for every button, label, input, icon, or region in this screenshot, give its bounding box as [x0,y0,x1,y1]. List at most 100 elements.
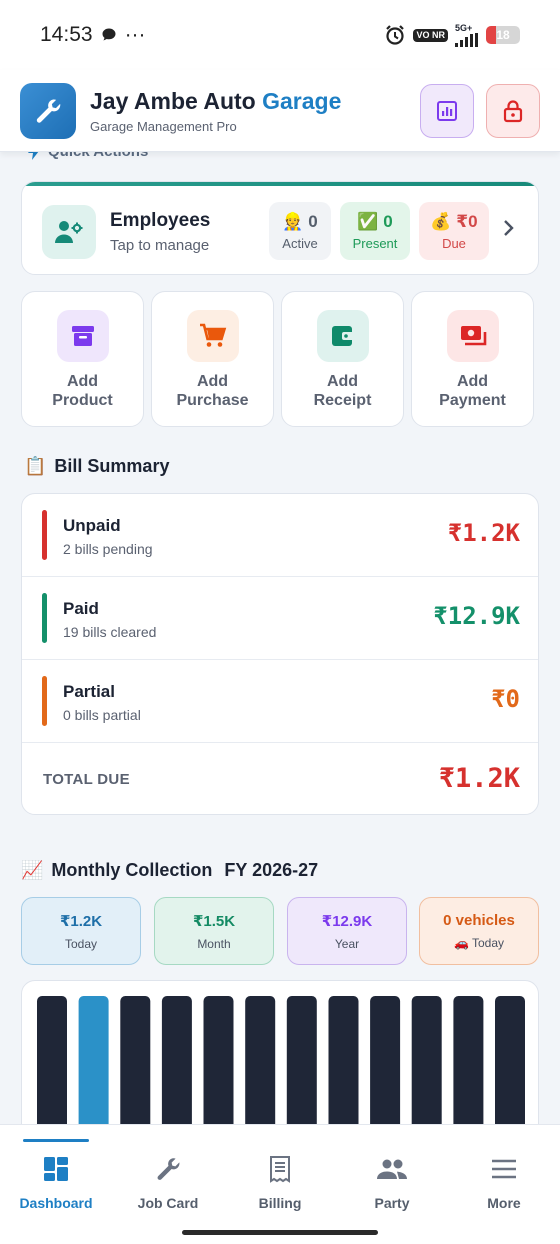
nav-party[interactable]: Party [336,1125,448,1225]
add-payment-button[interactable]: Add Payment [411,291,534,427]
add-purchase-button[interactable]: Add Purchase [151,291,274,427]
chart-bar-9[interactable] [370,996,401,1124]
chart-bar-11[interactable] [453,996,484,1124]
signal-icon [455,32,478,47]
clipboard-icon: 📋 [24,456,47,476]
wrench-icon [154,1155,182,1183]
chart-bar-2[interactable] [78,996,109,1124]
add-purchase-line2: Purchase [176,392,249,409]
employees-icon [42,205,96,259]
add-receipt-button[interactable]: Add Receipt [281,291,404,427]
add-payment-line2: Payment [439,392,506,409]
total-due-label: TOTAL DUE [43,771,130,788]
chart-bar-10[interactable] [411,996,442,1124]
chevron-right-icon [502,218,516,244]
employee-settings-icon [55,221,83,243]
app-logo [20,82,76,139]
employees-present-stat: ✅ 0 Present [340,202,410,260]
bill-row-desc: 2 bills pending [63,541,153,557]
check-emoji-icon: ✅ [357,211,379,231]
battery-icon: 18 [486,26,520,44]
lock-icon [503,99,523,122]
chart-bar-1[interactable] [37,996,67,1124]
trend-chart-icon: 📈 [21,860,44,880]
battery-level: 18 [496,28,510,42]
volte-chip: VO NR [413,28,448,42]
app-title-main: Jay Ambe Auto [90,87,263,114]
status-time: 14:53 [40,23,93,46]
archive-icon [56,310,109,362]
payment-icon [446,310,499,362]
chart-bar-6[interactable] [245,996,276,1124]
add-payment-line1: Add [456,373,489,390]
total-due-amount: ₹1.2K [438,763,520,794]
employees-card-accent [22,182,538,186]
employees-card[interactable]: Employees Tap to manage 👷 0 Active ✅ 0 P… [21,181,539,275]
vehicles-today-box[interactable]: 0 vehicles 🚗 Today [419,897,539,965]
nav-job-card[interactable]: Job Card [112,1125,224,1225]
bill-row-amount: ₹1.2K [447,519,520,547]
lock-button[interactable] [486,83,540,138]
bill-summary-card: Unpaid 2 bills pending ₹1.2K Paid 19 bil… [21,493,539,815]
money-bag-emoji-icon: 💰 [430,211,452,231]
vehicles-today-label: 🚗 Today [453,936,505,950]
nav-label: Job Card [137,1195,199,1211]
dashboard-icon [43,1155,69,1183]
year-collection-box[interactable]: ₹12.9K Year [287,897,407,965]
employees-active-stat: 👷 0 Active [269,202,331,260]
chart-bar-12[interactable] [495,996,525,1124]
today-collection-box[interactable]: ₹1.2K Today [21,897,141,965]
monthly-collection-heading: 📈 Monthly Collection FY 2026-27 [21,860,318,881]
status-bar: 14:53 ··· VO NR 5G+ 18 [0,0,560,70]
receipt-icon [268,1155,292,1183]
paid-indicator [42,593,47,643]
bill-row-desc: 0 bills partial [63,707,141,723]
nav-dashboard[interactable]: Dashboard [0,1125,112,1225]
chart-bar-4[interactable] [161,996,192,1124]
monthly-collection-title: Monthly Collection [51,860,213,880]
header-titles: Jay Ambe Auto Garage Garage Management P… [90,88,408,134]
bill-row-desc: 19 bills cleared [63,624,157,640]
app-subtitle: Garage Management Pro [90,118,237,134]
due-label: Due [442,235,466,251]
add-receipt-line1: Add [326,373,359,390]
chart-bar-7[interactable] [286,996,317,1124]
app-title-accent: Garage [262,87,342,114]
bill-row-name: Paid [63,599,99,618]
reports-button[interactable] [420,83,474,138]
alarm-icon [386,25,405,45]
active-count: 0 [308,211,318,231]
bolt-icon [28,152,38,160]
active-label: Active [282,235,318,251]
add-receipt-line2: Receipt [313,392,372,409]
network-type: 5G+ [455,22,473,33]
status-right: VO NR 5G+ 18 [384,22,520,47]
bill-summary-title: Bill Summary [54,456,170,476]
employees-subtitle: Tap to manage [110,237,210,254]
chart-bar-8[interactable] [328,996,359,1124]
bill-row-partial[interactable]: Partial 0 bills partial ₹0 [22,660,538,743]
unpaid-indicator [42,510,47,560]
month-collection-box[interactable]: ₹1.5K Month [154,897,274,965]
nav-billing[interactable]: Billing [224,1125,336,1225]
chart-bar-3[interactable] [120,996,151,1124]
dashboard-content[interactable]: Quick Actions Employees Tap to manage 👷 … [0,152,560,1124]
add-product-button[interactable]: Add Product [21,291,144,427]
quick-actions-title: Quick Actions [48,152,148,160]
bottom-navigation: Dashboard Job Card Billing Party More [0,1124,560,1244]
add-product-line2: Product [52,392,113,409]
employees-title: Employees [110,210,211,231]
nav-label: Party [374,1195,410,1211]
present-label: Present [352,235,398,251]
bill-row-unpaid[interactable]: Unpaid 2 bills pending ₹1.2K [22,494,538,577]
bill-row-paid[interactable]: Paid 19 bills cleared ₹12.9K [22,577,538,660]
bill-row-amount: ₹0 [491,685,520,713]
employees-due-stat: 💰 ₹0 Due [419,202,489,260]
wallet-icon [316,310,369,362]
bill-row-name: Unpaid [63,516,121,535]
chart-bar-5[interactable] [203,996,234,1124]
nav-more[interactable]: More [448,1125,560,1225]
nav-label: Dashboard [19,1195,93,1211]
nav-label: More [487,1195,521,1211]
monthly-chart-card [21,980,539,1124]
